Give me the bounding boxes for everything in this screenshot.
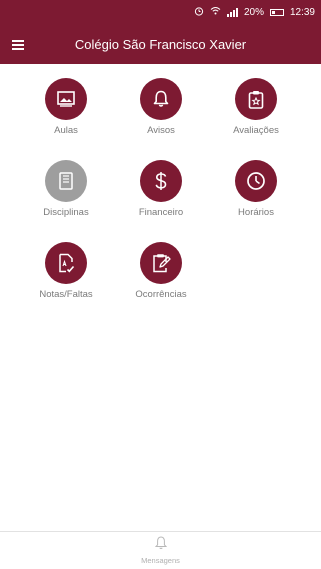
tile-avaliacoes[interactable]: Avaliações xyxy=(211,78,301,156)
tile-label: Notas/Faltas xyxy=(39,289,93,300)
tile-disciplinas[interactable]: Disciplinas xyxy=(21,160,111,238)
edit-clipboard-icon xyxy=(140,242,182,284)
tile-label: Disciplinas xyxy=(43,207,89,218)
bottom-nav: Mensagens xyxy=(0,531,321,569)
battery-icon xyxy=(269,8,284,16)
signal-icon xyxy=(226,7,238,17)
hamburger-menu-icon[interactable] xyxy=(0,24,36,64)
clock-time: 12:39 xyxy=(289,6,315,18)
tile-label: Horários xyxy=(238,207,274,218)
dollar-icon xyxy=(140,160,182,202)
tile-aulas[interactable]: Aulas xyxy=(21,78,111,156)
tile-label: Financeiro xyxy=(138,207,184,218)
battery-percent: 20% xyxy=(243,6,264,18)
clock-icon xyxy=(235,160,277,202)
status-bar: 20% 12:39 xyxy=(0,0,321,24)
page-title: Colégio São Francisco Xavier xyxy=(74,36,247,52)
tile-financeiro[interactable]: Financeiro xyxy=(116,160,206,238)
wifi-icon xyxy=(210,6,221,19)
tile-avisos[interactable]: Avisos xyxy=(116,78,206,156)
nav-label: Mensagens xyxy=(141,556,180,565)
clipboard-star-icon xyxy=(235,78,277,120)
tile-label: Aulas xyxy=(54,125,78,136)
tile-horarios[interactable]: Horários xyxy=(211,160,301,238)
tile-label: Avisos xyxy=(147,125,175,136)
app-bar: Colégio São Francisco Xavier xyxy=(0,24,321,64)
nav-item-mensagens[interactable]: Mensagens xyxy=(141,536,180,565)
tile-label: Ocorrências xyxy=(135,289,187,300)
tile-label: Avaliações xyxy=(233,125,279,136)
tile-ocorrencias[interactable]: Ocorrências xyxy=(116,242,206,320)
notebook-icon xyxy=(45,160,87,202)
tile-notas-faltas[interactable]: Notas/Faltas xyxy=(21,242,111,320)
image-icon xyxy=(45,78,87,120)
bell-outline-icon xyxy=(154,536,167,554)
grade-document-icon xyxy=(45,242,87,284)
alarm-icon xyxy=(194,6,204,19)
bell-icon xyxy=(140,78,182,120)
